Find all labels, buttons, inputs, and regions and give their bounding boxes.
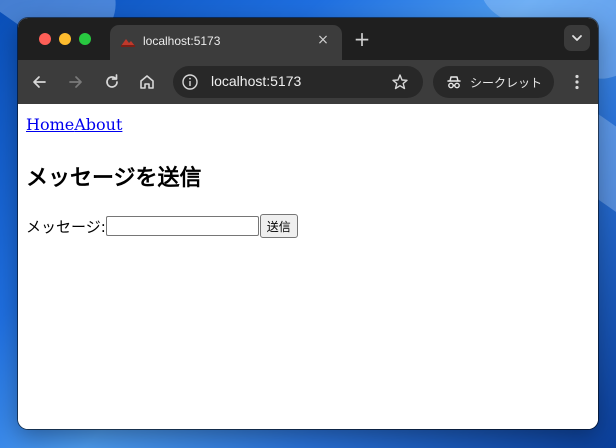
tab-title: localhost:5173 [143,34,221,48]
window-minimize-button[interactable] [59,33,71,45]
message-input[interactable] [105,216,259,236]
forward-icon[interactable] [65,72,85,92]
back-icon[interactable] [30,72,50,92]
favicon-icon [121,39,135,47]
tab-close-icon[interactable]: × [314,31,332,49]
window-maximize-button[interactable] [79,33,91,45]
nav-link-home[interactable]: Home [26,115,74,134]
window-close-button[interactable] [39,33,51,45]
tab-localhost[interactable]: localhost:5173 × [110,25,342,60]
site-nav: HomeAbout [26,115,122,134]
message-form: メッセージ: 送信 [26,214,298,238]
home-icon[interactable] [137,72,157,92]
incognito-label: シークレット [470,76,543,90]
bookmark-star-icon[interactable] [391,73,409,91]
nav-link-about[interactable]: About [74,115,122,134]
more-menu-icon[interactable] [567,72,587,92]
tab-search-button[interactable] [564,25,590,51]
page-content: HomeAbout メッセージを送信 メッセージ: 送信 [18,104,598,429]
address-bar[interactable]: localhost:5173 [173,66,423,98]
incognito-indicator[interactable]: シークレット [433,66,554,98]
browser-toolbar: localhost:5173 シークレット [18,60,598,104]
page-title: メッセージを送信 [26,166,202,191]
tab-bar: localhost:5173 × + [18,18,598,60]
site-info-icon[interactable] [181,73,199,91]
new-tab-button[interactable]: + [352,29,372,49]
incognito-icon [447,76,461,89]
url-text[interactable]: localhost:5173 [211,73,301,89]
reload-icon[interactable] [102,72,122,92]
chevron-down-icon [572,35,582,41]
send-button[interactable]: 送信 [259,214,298,238]
message-label: メッセージ: [26,217,106,236]
browser-window: localhost:5173 × + localhost:5173 シークレット… [18,18,598,429]
